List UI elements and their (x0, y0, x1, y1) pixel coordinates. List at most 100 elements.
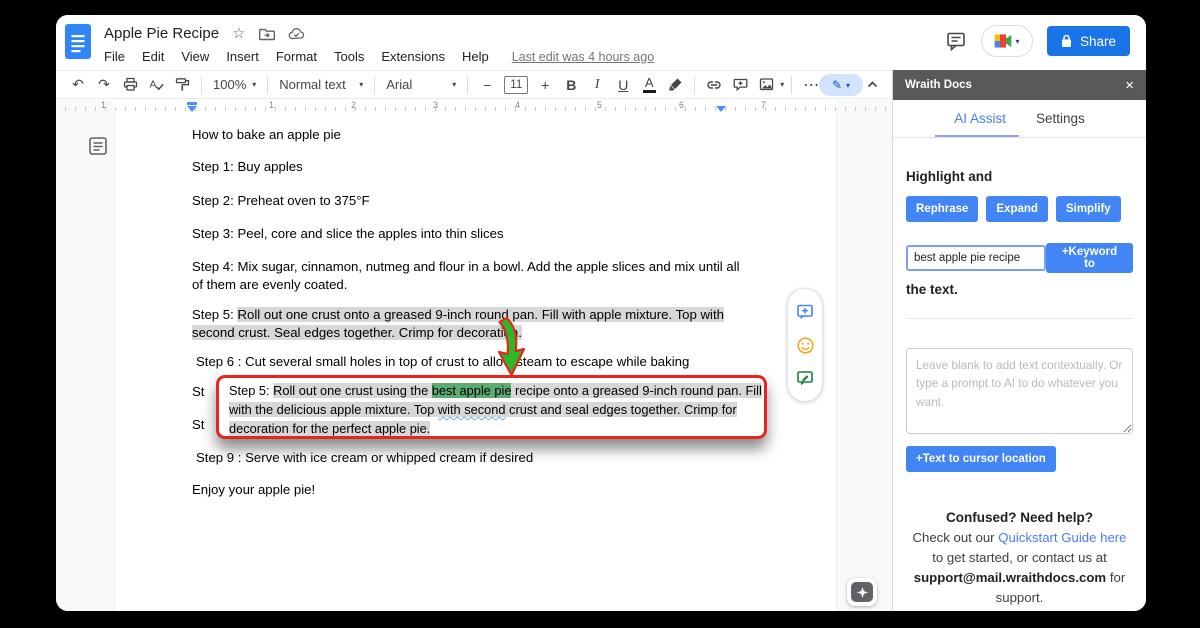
menu-item-extensions[interactable]: Extensions (381, 49, 445, 64)
menu-item-view[interactable]: View (181, 49, 209, 64)
document-canvas: 1 1 2 3 4 5 6 7 How to bake an apple pie… (56, 100, 892, 611)
simplify-button[interactable]: Simplify (1056, 196, 1121, 222)
cloud-saved-icon[interactable] (288, 27, 305, 40)
tab-settings[interactable]: Settings (1036, 111, 1085, 126)
right-indent-marker[interactable] (716, 106, 726, 112)
sidebar-header: Wraith Docs × (893, 70, 1146, 100)
share-button[interactable]: Share (1047, 26, 1130, 56)
doc-line-step4-2[interactable]: of them are evenly coated. (192, 276, 347, 294)
wraith-docs-sidebar: Wraith Docs × AI Assist Settings Highlig… (892, 70, 1146, 611)
insert-image-button[interactable] (754, 73, 778, 97)
insert-link-button[interactable] (702, 73, 726, 97)
doc-line-step2[interactable]: Step 2: Preheat oven to 375°F (192, 192, 370, 210)
text-color-button[interactable]: A (637, 73, 661, 97)
spellcheck-button[interactable]: A (144, 73, 168, 97)
annotation-line-3: decoration for the perfect apple pie. (229, 419, 754, 438)
doc-line-step9[interactable]: Step 9 : Serve with ice cream or whipped… (196, 449, 533, 467)
google-docs-logo[interactable] (65, 24, 91, 59)
first-line-indent-marker[interactable] (187, 106, 197, 112)
doc-line-step4-1[interactable]: Step 4: Mix sugar, cinnamon, nutmeg and … (192, 258, 740, 276)
menu-item-tools[interactable]: Tools (334, 49, 364, 64)
sidebar-divider (906, 318, 1133, 319)
redo-button[interactable]: ↷ (92, 73, 116, 97)
comment-history-icon[interactable] (945, 30, 967, 52)
ruler-number: 1 (269, 100, 274, 110)
font-dropdown-arrow: ▾ (452, 80, 456, 89)
decrease-font-button[interactable]: − (475, 73, 499, 97)
last-edit-link[interactable]: Last edit was 4 hours ago (512, 50, 654, 64)
doc-line-outro[interactable]: Enjoy your apple pie! (192, 481, 315, 499)
annotation-line-1: Step 5: Roll out one crust using the bes… (229, 381, 754, 400)
hide-menus-button[interactable] (866, 78, 879, 96)
ruler[interactable]: 1 1 2 3 4 5 6 7 (56, 100, 892, 113)
doc-line-step7-fragment[interactable]: St (192, 383, 204, 401)
the-text-label: the text. (906, 282, 1133, 297)
document-outline-icon[interactable] (87, 135, 109, 157)
menu-item-help[interactable]: Help (462, 49, 489, 64)
meet-join-button[interactable]: ▾ (981, 25, 1033, 57)
text-to-cursor-button[interactable]: +Text to cursor location (906, 446, 1056, 472)
doc-line-step1[interactable]: Step 1: Buy apples (192, 158, 303, 176)
underline-button[interactable]: U (611, 73, 635, 97)
ai-prompt-textarea[interactable] (906, 348, 1133, 434)
highlight-actions: Rephrase Expand Simplify (906, 196, 1133, 222)
menu-item-format[interactable]: Format (276, 49, 317, 64)
doc-line-step5-2[interactable]: second crust. Seal edges together. Crimp… (192, 324, 522, 342)
keyword-input[interactable] (906, 245, 1046, 271)
font-select[interactable]: Arial▾ (382, 77, 460, 92)
ai-suggestion-callout[interactable]: Step 5: Roll out one crust using the bes… (216, 375, 767, 439)
mode-dropdown-arrow: ▾ (846, 81, 850, 90)
menu-item-file[interactable]: File (104, 49, 125, 64)
quickstart-guide-link[interactable]: Quickstart Guide here (998, 530, 1126, 545)
rephrase-button[interactable]: Rephrase (906, 196, 978, 222)
meet-dropdown-arrow: ▾ (1015, 37, 1019, 46)
sidebar-tabs: AI Assist Settings (893, 100, 1146, 138)
undo-button[interactable]: ↶ (66, 73, 90, 97)
style-dropdown-arrow: ▾ (359, 80, 363, 89)
ruler-number: 2 (351, 100, 356, 110)
doc-line-intro[interactable]: How to bake an apple pie (192, 126, 341, 144)
add-comment-float-icon[interactable] (796, 303, 814, 321)
expand-button[interactable]: Expand (986, 196, 1048, 222)
ruler-number: 1 (101, 100, 106, 110)
share-label: Share (1080, 34, 1116, 49)
add-keyword-button[interactable]: +Keyword to (1046, 243, 1133, 273)
increase-font-button[interactable]: + (533, 73, 557, 97)
menu-item-insert[interactable]: Insert (226, 49, 259, 64)
zoom-select[interactable]: 100%▾ (209, 77, 260, 92)
suggest-edits-icon[interactable] (796, 369, 814, 387)
help-section: Confused? Need help? Check out our Quick… (906, 508, 1133, 608)
left-indent-marker[interactable] (187, 102, 197, 105)
move-folder-icon[interactable] (259, 27, 275, 41)
image-dropdown-arrow[interactable]: ▾ (780, 80, 784, 89)
star-icon[interactable]: ☆ (232, 26, 245, 41)
italic-button[interactable]: I (585, 73, 609, 97)
print-button[interactable] (118, 73, 142, 97)
doc-line-step3[interactable]: Step 3: Peel, core and slice the apples … (192, 225, 504, 243)
selected-text: second crust. Seal edges together. Crimp… (192, 325, 522, 340)
support-email: support@mail.wraithdocs.com (914, 570, 1106, 585)
ruler-number: 6 (679, 100, 684, 110)
doc-line-step8-fragment[interactable]: St (192, 416, 204, 434)
ruler-number: 5 (597, 100, 602, 110)
google-docs-window: Apple Pie Recipe ☆ File Edit View Insert… (56, 15, 1146, 611)
zoom-dropdown-arrow: ▾ (252, 80, 256, 89)
menu-item-edit[interactable]: Edit (142, 49, 164, 64)
font-size-input[interactable]: 11 (504, 76, 528, 94)
tab-ai-assist[interactable]: AI Assist (954, 111, 1006, 126)
close-icon[interactable]: × (1125, 78, 1134, 93)
add-comment-button[interactable] (728, 73, 752, 97)
explore-button[interactable] (847, 578, 877, 606)
doc-line-step6[interactable]: Step 6 : Cut several small holes in top … (196, 353, 689, 371)
ruler-number: 7 (761, 100, 766, 110)
paragraph-style-select[interactable]: Normal text▾ (275, 77, 367, 92)
document-title[interactable]: Apple Pie Recipe (104, 25, 219, 42)
emoji-reaction-icon[interactable] (796, 336, 815, 355)
doc-line-step5-1[interactable]: Step 5: Roll out one crust onto a grease… (192, 306, 724, 324)
highlight-color-button[interactable] (663, 73, 687, 97)
editing-mode-button[interactable]: ✎ ▾ (819, 74, 863, 96)
paint-format-button[interactable] (170, 73, 194, 97)
bold-button[interactable]: B (559, 73, 583, 97)
menu-bar: File Edit View Insert Format Tools Exten… (104, 49, 654, 64)
pencil-icon: ✎ (832, 78, 842, 92)
